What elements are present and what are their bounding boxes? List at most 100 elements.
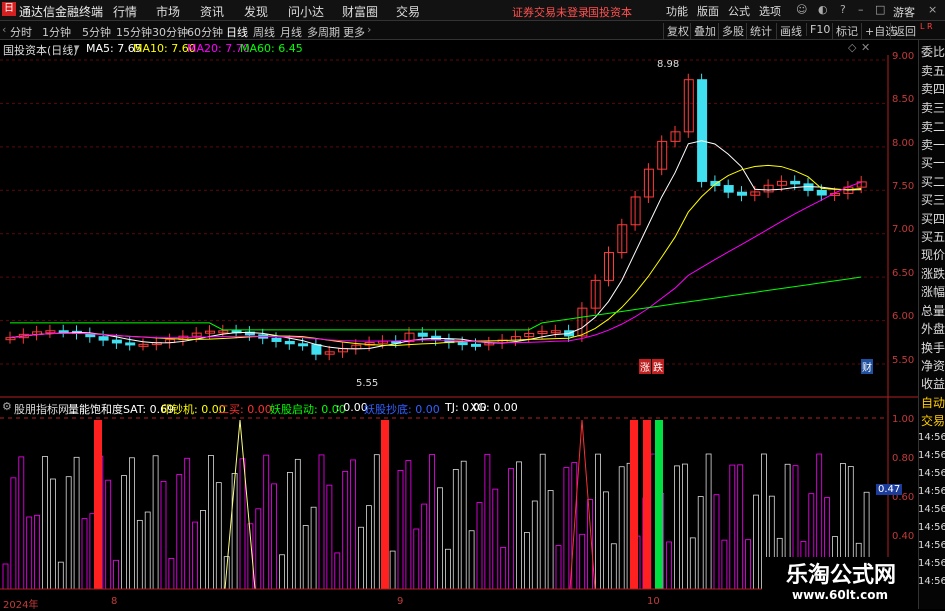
- menu-jiaoyi[interactable]: 交易: [396, 3, 420, 20]
- menu-xuanxiang[interactable]: 选项: [759, 3, 781, 19]
- indicator-bar: [200, 510, 206, 590]
- candle-body: [284, 340, 295, 345]
- indicator-bar: [437, 487, 443, 590]
- app-logo-icon: 日: [2, 2, 16, 16]
- stock-notice[interactable]: 国投资本: [588, 4, 632, 20]
- user-icon[interactable]: ☺: [796, 3, 807, 16]
- expand-icon[interactable]: ›: [367, 23, 371, 36]
- btn-back[interactable]: 返回: [890, 23, 916, 39]
- tick-time: 14:56: [918, 486, 945, 497]
- menu-banmian[interactable]: 版面: [697, 3, 719, 19]
- date-tick: 8: [111, 596, 118, 607]
- btn-duogu[interactable]: 多股: [718, 23, 744, 39]
- indicator-bar: [2, 563, 9, 590]
- diamond-icon[interactable]: ◇: [848, 41, 856, 54]
- indicator-bar: [168, 558, 175, 590]
- indicator-current-value: 0.47: [876, 484, 903, 495]
- date-tick: 10: [647, 596, 660, 607]
- menu-wenxiaoda[interactable]: 问小达: [288, 3, 324, 20]
- skin-icon[interactable]: ◐: [818, 3, 828, 16]
- signal-bar: [630, 420, 638, 589]
- menu-hangqing[interactable]: 行情: [113, 3, 137, 20]
- indicator-bar: [81, 518, 88, 590]
- indicator-bar: [50, 478, 56, 590]
- period-monthly[interactable]: 月线: [280, 24, 302, 40]
- indicator-bar: [729, 464, 736, 590]
- indicator-bar: [121, 475, 127, 590]
- login-notice[interactable]: 证券交易未登录: [512, 4, 589, 20]
- indicator-bar: [310, 506, 317, 590]
- indicator-bar: [674, 465, 680, 590]
- indicator-bar: [397, 470, 404, 590]
- help-icon[interactable]: ?: [840, 3, 846, 16]
- indicator-bar: [421, 503, 428, 590]
- indicator-bar: [516, 461, 522, 590]
- chevron-down-icon[interactable]: ▾: [74, 41, 80, 54]
- candle-body: [298, 343, 309, 347]
- collapse-icon[interactable]: ‹: [2, 23, 6, 36]
- indicator-bar: [468, 530, 475, 590]
- tick-time: 14:56: [918, 540, 945, 551]
- period-daily[interactable]: 日线: [226, 24, 248, 40]
- btn-diejia[interactable]: 叠加: [690, 23, 716, 39]
- rp-netasset: 净资: [921, 359, 945, 373]
- indicator-header: ⚙ 股朋指标网 量能饱和度SAT: 0.69 印钞机: 0.00 二买: 0.0…: [0, 400, 888, 416]
- restore-icon[interactable]: □: [875, 3, 885, 16]
- candle-body: [816, 189, 827, 196]
- indicator-bar: [721, 539, 728, 590]
- menu-shichang[interactable]: 市场: [156, 3, 180, 20]
- signal-bar: [643, 420, 651, 589]
- low-price-label: 5.55: [356, 378, 379, 389]
- rp-earnings: 收益: [921, 377, 945, 391]
- indicator-bar: [697, 496, 704, 590]
- indicator-bar: [207, 455, 214, 590]
- menu-gongshi[interactable]: 公式: [728, 3, 750, 19]
- menu-faxian[interactable]: 发现: [244, 3, 268, 20]
- indicator-bar: [373, 454, 380, 590]
- btn-huaxian[interactable]: 画线: [776, 23, 802, 39]
- tick-time: 14:56: [918, 432, 945, 443]
- menu-caifuquan[interactable]: 财富圈: [342, 3, 378, 20]
- indicator-bar: [263, 454, 270, 590]
- indicator-bar: [144, 511, 151, 590]
- rp-change: 涨跌: [921, 267, 945, 281]
- app-title: 通达信金融终端: [19, 5, 104, 19]
- panel-close-icon[interactable]: ✕: [861, 41, 870, 54]
- period-60min[interactable]: 60分钟: [187, 24, 223, 40]
- rp-buy4: 买四: [921, 212, 945, 226]
- btn-biaoji[interactable]: 标记: [832, 23, 858, 39]
- gear-icon[interactable]: ⚙: [2, 400, 12, 413]
- high-price-label: 8.98: [657, 59, 680, 70]
- indicator-bar: [508, 468, 515, 590]
- close-icon[interactable]: ×: [928, 3, 937, 16]
- period-1min[interactable]: 1分钟: [42, 24, 71, 40]
- rp-trade[interactable]: 交易: [921, 412, 945, 429]
- period-multi[interactable]: 多周期: [307, 24, 340, 40]
- rp-auto[interactable]: 自动: [921, 394, 945, 411]
- indicator-bar: [476, 502, 483, 590]
- candle-body: [125, 342, 136, 346]
- indicator-bar: [500, 547, 507, 590]
- rp-sell1: 卖一: [921, 138, 945, 152]
- indicator-bar: [271, 483, 278, 590]
- period-5min[interactable]: 5分钟: [82, 24, 111, 40]
- btn-tongji[interactable]: 统计: [746, 23, 772, 39]
- menu-gongneng[interactable]: 功能: [666, 3, 688, 19]
- period-15min[interactable]: 15分钟: [116, 24, 152, 40]
- period-fenshi[interactable]: 分时: [10, 24, 32, 40]
- die-tag: 跌: [652, 359, 664, 374]
- title-bar: 日 通达信金融终端 行情 市场 资讯 发现 问小达 财富圈 交易 证券交易未登录…: [0, 0, 945, 21]
- indicator-yaogu-chaodi: 妖股抄底: 0.00: [364, 403, 440, 416]
- period-weekly[interactable]: 周线: [253, 24, 275, 40]
- menu-zixun[interactable]: 资讯: [200, 3, 224, 20]
- minimize-icon[interactable]: –: [858, 3, 864, 16]
- period-30min[interactable]: 30分钟: [152, 24, 188, 40]
- btn-f10[interactable]: F10: [806, 23, 830, 36]
- period-more[interactable]: 更多: [343, 24, 365, 40]
- btn-fuquan[interactable]: 复权: [663, 23, 689, 39]
- indicator-blank: : 0.00: [336, 401, 368, 414]
- indicator-bar: [294, 458, 301, 590]
- guest-label[interactable]: 游客: [893, 4, 915, 20]
- indicator-bar: [405, 460, 412, 590]
- indicator-bar: [18, 456, 25, 590]
